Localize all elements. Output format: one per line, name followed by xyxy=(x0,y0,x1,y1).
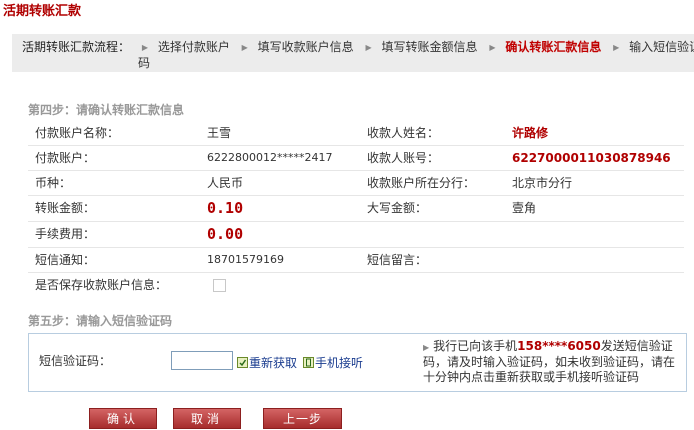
flow-step-confirm-current: 确认转账汇款信息 xyxy=(505,40,602,54)
amount-words-value: 壹角 xyxy=(512,201,537,215)
flow-step-sms-code-wrap: 码 xyxy=(138,56,151,70)
table-row: 付款账户名称： 王雪 收款人姓名： 许路修 xyxy=(28,121,684,146)
amount-value: 0.10 xyxy=(207,199,244,217)
prev-step-button[interactable]: 上一步 xyxy=(263,408,342,429)
sms-code-input[interactable] xyxy=(171,351,233,370)
sms-notify-value: 18701579169 xyxy=(207,253,284,266)
sms-code-label: 短信验证码： xyxy=(39,354,112,368)
arrow-right-icon: ▶ xyxy=(141,43,148,52)
amount-label: 转账金额： xyxy=(35,201,96,215)
flow-step-amount-info: 填写转账金额信息 xyxy=(381,40,478,54)
payee-branch-value: 北京市分行 xyxy=(512,176,573,190)
payer-account-value: 6222800012*****2417 xyxy=(207,151,333,164)
table-row: 是否保存收款账户信息： xyxy=(28,273,684,297)
sms-notice: ▶ 我行已向该手机158****6050发送短信验证码，请及时输入验证码，如未收到… xyxy=(423,339,685,385)
arrow-right-icon: ▶ xyxy=(365,43,372,52)
page-title: 活期转账汇款 xyxy=(3,4,82,19)
sms-notify-label: 短信通知： xyxy=(35,253,96,267)
payer-name-value: 王雪 xyxy=(207,126,232,140)
table-row: 短信通知： 18701579169 短信留言： xyxy=(28,248,684,273)
amount-words-label: 大写金额： xyxy=(367,201,428,215)
currency-label: 币种： xyxy=(35,176,72,190)
step4-title: 第四步：请确认转账汇款信息 xyxy=(28,103,185,117)
refresh-icon xyxy=(237,357,248,368)
save-payee-checkbox[interactable] xyxy=(213,279,226,292)
table-row: 手续费用： 0.00 xyxy=(28,222,684,248)
sms-message-label: 短信留言： xyxy=(367,253,428,267)
payee-name-value: 许路修 xyxy=(512,126,549,140)
currency-value: 人民币 xyxy=(207,176,244,190)
flow-step-sms-code: 输入短信验证 xyxy=(629,40,694,54)
payee-account-label: 收款人账号： xyxy=(367,151,440,165)
payee-account-value: 6227000011030878946 xyxy=(512,151,671,165)
payer-name-label: 付款账户名称： xyxy=(35,126,120,140)
arrow-right-icon: ▶ xyxy=(489,43,496,52)
save-payee-label: 是否保存收款账户信息： xyxy=(35,278,168,292)
table-row: 付款账户： 6222800012*****2417 收款人账号： 6227000… xyxy=(28,146,684,171)
notice-prefix: 我行已向该手机 xyxy=(433,339,518,353)
phone-listen-link[interactable]: 手机接听 xyxy=(303,354,363,371)
sms-code-panel: 短信验证码： 重新获取 手机接听 ▶ 我行已向该手机158****6050发送短信… xyxy=(28,333,687,392)
payer-account-label: 付款账户： xyxy=(35,151,96,165)
flow-label: 活期转账汇款流程： xyxy=(22,40,131,54)
cancel-button[interactable]: 取消 xyxy=(173,408,241,429)
fee-value: 0.00 xyxy=(207,225,244,243)
payee-branch-label: 收款账户所在分行： xyxy=(367,176,476,190)
confirm-button[interactable]: 确认 xyxy=(89,408,157,429)
flow-step-select-payer: 选择付款账户 xyxy=(157,40,230,54)
notice-phone: 158****6050 xyxy=(517,339,601,353)
phone-icon xyxy=(303,357,314,368)
process-flow-bar: 活期转账汇款流程： ▶ 选择付款账户 ▶ 填写收款账户信息 ▶ 填写转账金额信息… xyxy=(12,34,694,72)
arrow-right-icon: ▶ xyxy=(423,343,430,352)
phone-listen-label: 手机接听 xyxy=(315,356,364,370)
table-row: 币种： 人民币 收款账户所在分行： 北京市分行 xyxy=(28,171,684,196)
confirm-info-table: 付款账户名称： 王雪 收款人姓名： 许路修 付款账户： 6222800012**… xyxy=(28,121,684,299)
table-row: 转账金额： 0.10 大写金额： 壹角 xyxy=(28,196,684,222)
arrow-right-icon: ▶ xyxy=(613,43,620,52)
step5-title: 第五步：请输入短信验证码 xyxy=(28,314,173,328)
fee-label: 手续费用： xyxy=(35,227,96,241)
arrow-right-icon: ▶ xyxy=(241,43,248,52)
resend-code-link[interactable]: 重新获取 xyxy=(237,354,297,371)
resend-code-label: 重新获取 xyxy=(249,356,298,370)
payee-name-label: 收款人姓名： xyxy=(367,126,440,140)
flow-step-payee-info: 填写收款账户信息 xyxy=(257,40,354,54)
